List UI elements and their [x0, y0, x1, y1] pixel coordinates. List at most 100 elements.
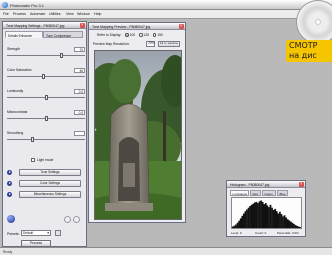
- miscellaneous-settings-button[interactable]: Miscellaneous Settings: [19, 191, 81, 198]
- slider-label: Smoothing: [7, 131, 24, 135]
- radio-option[interactable]: [139, 33, 143, 37]
- preview-title: Tone Mapping Preview - P8080047.jpg: [92, 24, 151, 29]
- histogram-bar: [293, 223, 295, 228]
- process-button[interactable]: Process: [21, 240, 51, 247]
- histogram-svg: [232, 200, 302, 228]
- histogram-bar: [279, 211, 281, 228]
- expand-arrow-icon[interactable]: [7, 191, 12, 197]
- histogram-bar: [235, 224, 237, 228]
- slider-value-field[interactable]: [74, 131, 85, 136]
- slider-value-field[interactable]: 46: [74, 68, 85, 73]
- presets-menu-button[interactable]: [55, 230, 61, 236]
- histogram-bar: [288, 220, 291, 228]
- histogram-bar: [286, 219, 289, 228]
- tab-green[interactable]: Green: [262, 190, 276, 196]
- radio-option[interactable]: [152, 33, 157, 37]
- settings-title-bar: Tone Mapping Settings - P8080047.jpg: [3, 22, 86, 29]
- presets-dropdown[interactable]: Default: [21, 230, 51, 236]
- histogram-bar: [232, 226, 234, 228]
- slider-label: Color Saturation: [7, 68, 32, 72]
- slider-track[interactable]: [7, 55, 85, 57]
- tone-settings-button[interactable]: Tone Settings: [19, 169, 81, 176]
- tab-luminance[interactable]: Luminance: [230, 190, 249, 196]
- close-icon[interactable]: [299, 181, 304, 187]
- refer-to-display-row: Refer to Display: 100 125 150: [97, 33, 163, 37]
- zoom-field[interactable]: 20%: [146, 41, 155, 47]
- histogram-bar: [297, 226, 300, 228]
- undo-icon[interactable]: [64, 216, 71, 223]
- slider-thumb[interactable]: [44, 116, 48, 121]
- slider-thumb[interactable]: [41, 74, 45, 79]
- histogram-bar: [249, 205, 251, 228]
- app-window: Photomatix Pro 3.1 File Process Automate…: [0, 0, 332, 255]
- histogram-bar: [282, 216, 284, 228]
- tab-blue[interactable]: Blue: [277, 190, 288, 196]
- slider-label: Microcontrast: [7, 110, 28, 114]
- histogram-title: Histogram - P8080047.jpg: [230, 182, 270, 187]
- radio-option[interactable]: [125, 33, 129, 37]
- redo-icon[interactable]: [73, 216, 80, 223]
- menu-file[interactable]: File: [3, 12, 9, 16]
- tone-mapping-settings-panel: Tone Mapping Settings - P8080047.jpg Det…: [2, 21, 87, 247]
- close-icon[interactable]: [179, 23, 184, 29]
- histogram-bar: [233, 225, 236, 228]
- color-settings-section: Color Settings: [7, 180, 85, 187]
- slider-strength: Strength 70: [7, 46, 85, 60]
- radio-option-label: 150: [157, 33, 163, 37]
- slider-track[interactable]: [7, 139, 85, 141]
- slider-value-field[interactable]: 0.0: [74, 110, 85, 115]
- misc-settings-section: Miscellaneous Settings: [7, 191, 85, 198]
- histogram-bar: [264, 203, 267, 228]
- slider-label: Strength: [7, 47, 20, 51]
- histogram-bar: [244, 211, 247, 228]
- histogram-bar: [280, 214, 283, 228]
- slider-luminosity: Luminosity 0.0: [7, 88, 85, 102]
- tab-details-enhancer[interactable]: Details Enhancer: [5, 31, 43, 38]
- slider-thumb[interactable]: [44, 95, 48, 100]
- slider-thumb[interactable]: [31, 137, 34, 142]
- histogram-bar: [290, 221, 292, 228]
- menu-process[interactable]: Process: [13, 12, 26, 16]
- histogram-bar: [236, 222, 239, 228]
- preview-image[interactable]: [94, 50, 182, 220]
- light-mode-checkbox[interactable]: [31, 158, 35, 162]
- tone-settings-section: Tone Settings: [7, 169, 85, 176]
- globe-icon[interactable]: [7, 215, 15, 223]
- slider-value-field[interactable]: 70: [74, 47, 85, 52]
- tab-red[interactable]: Red: [250, 190, 261, 196]
- histogram-bar: [250, 204, 253, 228]
- menu-help[interactable]: Help: [94, 12, 101, 16]
- histogram-bar: [255, 201, 258, 228]
- status-bar: Ready: [0, 247, 332, 255]
- close-icon[interactable]: [80, 22, 85, 28]
- menu-bar: File Process Automate Utilities View Win…: [0, 10, 332, 19]
- histogram-bar: [268, 207, 270, 228]
- menu-window[interactable]: Window: [77, 12, 90, 16]
- histogram-bar: [299, 227, 302, 228]
- refer-label: Refer to Display:: [97, 33, 122, 37]
- slider-value-field[interactable]: 0.0: [74, 89, 85, 94]
- menu-view[interactable]: View: [66, 12, 74, 16]
- color-settings-button[interactable]: Color Settings: [19, 180, 81, 187]
- preset-tools-row: [7, 215, 85, 225]
- histogram-bar: [238, 220, 240, 228]
- tab-tone-compressor[interactable]: Tone Compressor: [43, 31, 83, 38]
- dvd-disc-graphic: [286, 0, 332, 44]
- slider-thumb[interactable]: [59, 53, 63, 58]
- histogram-bar: [283, 215, 286, 228]
- badge-line-2: на дис: [289, 51, 317, 60]
- radio-option-label: 125: [143, 33, 150, 37]
- menu-automate[interactable]: Automate: [30, 12, 45, 16]
- menu-utilities[interactable]: Utilities: [49, 12, 61, 16]
- slider-microcontrast: Microcontrast 0.0: [7, 109, 85, 123]
- expand-arrow-icon[interactable]: [7, 180, 12, 186]
- fit-to-window-button[interactable]: Fit to window: [158, 41, 180, 47]
- settings-title: Tone Mapping Settings - P8080047.jpg: [6, 23, 65, 28]
- expand-arrow-icon[interactable]: [7, 169, 12, 175]
- badge-line-1: СМОТР: [289, 41, 318, 50]
- hist-percentile: Percentile: 0.0%: [277, 230, 299, 235]
- histogram-bar: [257, 203, 259, 228]
- histogram-bar: [272, 210, 275, 228]
- slider-track[interactable]: [7, 76, 85, 78]
- histogram-bar: [266, 205, 269, 228]
